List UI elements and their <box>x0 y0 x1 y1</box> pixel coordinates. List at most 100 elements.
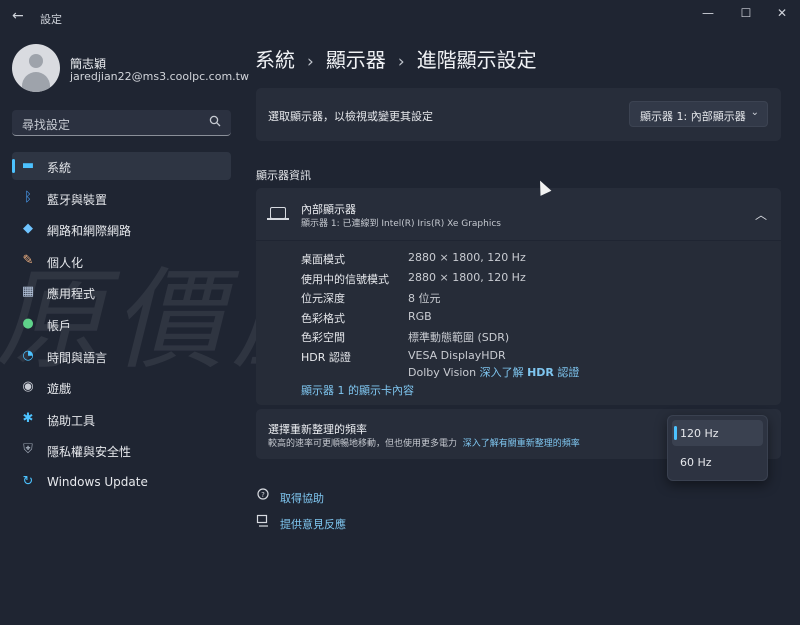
sidebar-item[interactable]: ◔ 時間與語言 <box>12 342 231 370</box>
sidebar-item-label: 帳戶 <box>47 318 72 333</box>
monitor-icon: ▬ <box>21 158 35 173</box>
info-value: 2880 × 1800, 120 Hz <box>408 270 526 284</box>
close-button[interactable]: ✕ <box>764 4 800 24</box>
option-label: 120 Hz <box>680 427 719 440</box>
sidebar-item-label: 網路和網際網路 <box>47 224 132 239</box>
learn-hdr-link-text: 深入了解 <box>479 365 524 379</box>
option-label: 60 Hz <box>680 456 712 469</box>
refresh-rate-learn-link[interactable]: 深入了解有關重新整理的頻率 <box>463 439 580 449</box>
sidebar-item-label: 隱私權與安全性 <box>47 445 132 460</box>
user-email: jaredjian22@ms3.coolpc.com.tw <box>70 70 249 83</box>
display-name: 內部顯示器 <box>301 203 356 216</box>
sidebar-item-label: 個人化 <box>47 255 84 270</box>
page-title: 進階顯示設定 <box>416 48 537 72</box>
apps-icon: ▦ <box>21 284 35 300</box>
chevron-up-icon[interactable]: ︿ <box>755 206 767 223</box>
refresh-option-60[interactable]: 60 Hz <box>672 449 763 475</box>
chevron-down-icon: ⌄ <box>750 107 759 118</box>
sidebar-item-label: 遊戲 <box>47 382 72 397</box>
avatar[interactable] <box>12 44 60 92</box>
display-subtitle: 顯示器 1: 已連線到 Intel(R) Iris(R) Xe Graphics <box>301 219 501 229</box>
sidebar-item[interactable]: ✎ 個人化 <box>12 247 231 275</box>
learn-hdr-link-bold: HDR <box>527 365 554 379</box>
feedback-icon <box>256 514 272 531</box>
sidebar-item[interactable]: ↻ Windows Update <box>12 468 231 496</box>
help-chat-icon: ? <box>256 488 272 505</box>
wifi-icon: ◆ <box>23 221 33 237</box>
avatar-body <box>22 72 50 92</box>
active-indicator <box>12 159 15 173</box>
gamepad-icon: ◉ <box>22 379 34 395</box>
sidebar-item[interactable]: ● 帳戶 <box>12 310 231 338</box>
info-key: 色彩空間 <box>301 331 345 344</box>
select-display-card: 選取顯示器，以檢視或變更其設定 顯示器 1: 內部顯示器 ⌄ <box>256 88 781 141</box>
brush-icon: ✎ <box>22 252 34 268</box>
search-icon <box>209 115 221 130</box>
sidebar-item[interactable]: ◆ 網路和網際網路 <box>12 215 231 243</box>
search-input[interactable]: 尋找設定 <box>12 110 231 136</box>
info-key: 使用中的信號模式 <box>301 272 389 286</box>
breadcrumb-separator: › <box>307 52 314 72</box>
shield-icon: ⛨ <box>23 442 33 458</box>
update-icon: ↻ <box>22 473 34 489</box>
sidebar-item-label: 藍牙與裝置 <box>47 192 108 207</box>
select-display-label: 選取顯示器，以檢視或變更其設定 <box>268 110 433 123</box>
info-key: 桌面模式 <box>301 253 345 266</box>
sidebar-item-label: 時間與語言 <box>47 350 108 365</box>
info-key: 色彩格式 <box>301 311 345 325</box>
learn-hdr-link[interactable]: 深入了解 HDR 認證 <box>480 366 580 379</box>
minimize-button[interactable]: — <box>690 4 726 24</box>
sidebar-item-label: Windows Update <box>47 474 148 489</box>
laptop-icon <box>267 207 289 220</box>
info-value: VESA DisplayHDR <box>408 348 506 362</box>
get-help-label: 取得協助 <box>280 492 324 505</box>
dolby-vision-text: Dolby Vision <box>408 365 477 379</box>
refresh-rate-dropdown-list: 120 Hz 60 Hz <box>667 415 768 481</box>
section-title: 顯示器資訊 <box>256 169 311 182</box>
info-value: 標準動態範圍 (SDR) <box>408 331 510 344</box>
bluetooth-icon: ᛒ <box>24 189 32 205</box>
search-placeholder: 尋找設定 <box>22 118 71 132</box>
info-key: HDR 認證 <box>301 350 351 364</box>
learn-hdr-link-suffix: 認證 <box>557 365 580 379</box>
display-info-body: 桌面模式 2880 × 1800, 120 Hz 使用中的信號模式 2880 ×… <box>256 241 781 405</box>
feedback-link[interactable]: 提供意見反應 <box>256 514 346 532</box>
sidebar-nav: ▬ 系統 ᛒ 藍牙與裝置 ◆ 網路和網際網路 ✎ 個人化 ▦ 應用程式 ● 帳戶 ◔ 時間與語言 ◉ 遊戲 ✱ 協… <box>12 152 231 500</box>
sidebar-item-label: 協助工具 <box>47 413 96 428</box>
info-key: 位元深度 <box>301 292 345 305</box>
back-arrow-icon[interactable]: ← <box>12 8 24 24</box>
sidebar-item[interactable]: ◉ 遊戲 <box>12 373 231 401</box>
avatar-head <box>29 54 43 68</box>
refresh-rate-title: 選擇重新整理的頻率 <box>268 423 367 436</box>
display-info-header[interactable]: 內部顯示器 顯示器 1: 已連線到 Intel(R) Iris(R) Xe Gr… <box>256 188 781 240</box>
sidebar-item[interactable]: ⛨ 隱私權與安全性 <box>12 436 231 464</box>
breadcrumb-system[interactable]: 系統 <box>255 48 295 72</box>
get-help-link[interactable]: ? 取得協助 <box>256 488 324 506</box>
display-select-value: 顯示器 1: 內部顯示器 <box>640 110 746 123</box>
sidebar-item-label: 系統 <box>47 161 72 175</box>
info-value: RGB <box>408 309 432 323</box>
adapter-properties-link[interactable]: 顯示器 1 的顯示卡內容 <box>301 382 414 398</box>
info-value-dolby: Dolby Vision 深入了解 HDR 認證 <box>408 364 579 380</box>
sidebar-item[interactable]: ✱ 協助工具 <box>12 405 231 433</box>
breadcrumb-display[interactable]: 顯示器 <box>326 48 386 72</box>
info-value: 2880 × 1800, 120 Hz <box>408 251 526 264</box>
accessibility-icon: ✱ <box>22 410 34 426</box>
account-icon: ● <box>22 315 34 331</box>
refresh-rate-desc: 較高的速率可更順暢地移動，但也使用更多電力 深入了解有關重新整理的頻率 <box>268 436 580 449</box>
sidebar-item[interactable]: ᛒ 藍牙與裝置 <box>12 184 231 212</box>
feedback-label: 提供意見反應 <box>280 518 346 531</box>
breadcrumb: 系統 › 顯示器 › 進階顯示設定 <box>255 44 537 73</box>
sidebar-item-label: 應用程式 <box>47 287 96 302</box>
sidebar-item[interactable]: ▬ 系統 <box>12 152 231 180</box>
refresh-option-120[interactable]: 120 Hz <box>672 420 763 446</box>
display-select-dropdown[interactable]: 顯示器 1: 內部顯示器 ⌄ <box>629 101 768 127</box>
refresh-rate-desc-text: 較高的速率可更順暢地移動，但也使用更多電力 <box>268 439 458 449</box>
globe-clock-icon: ◔ <box>22 347 34 363</box>
maximize-button[interactable]: ☐ <box>728 4 764 24</box>
selected-indicator <box>674 426 677 440</box>
svg-text:?: ? <box>261 491 265 499</box>
app-title: 設定 <box>40 13 62 26</box>
sidebar-item[interactable]: ▦ 應用程式 <box>12 278 231 306</box>
title-bar: ← 設定 — ☐ ✕ <box>0 0 800 32</box>
